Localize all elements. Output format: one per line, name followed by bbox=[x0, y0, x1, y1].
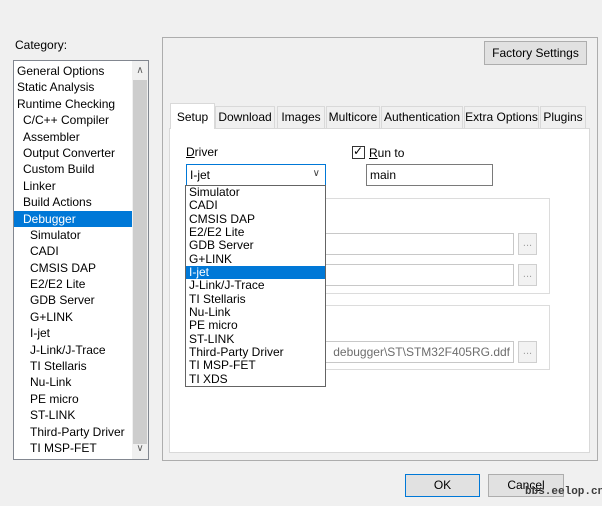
driver-option[interactable]: GDB Server bbox=[186, 239, 325, 253]
category-item[interactable]: ST-LINK bbox=[14, 407, 135, 423]
driver-option[interactable]: PE micro bbox=[186, 319, 325, 333]
run-to-input[interactable]: main bbox=[366, 164, 493, 186]
driver-label: Driver bbox=[186, 145, 218, 159]
category-item[interactable]: C/C++ Compiler bbox=[14, 112, 135, 128]
driver-option[interactable]: I-jet bbox=[186, 265, 325, 280]
category-item[interactable]: GDB Server bbox=[14, 292, 135, 308]
category-item[interactable]: General Options bbox=[14, 63, 135, 79]
category-item[interactable]: Nu-Link bbox=[14, 374, 135, 390]
scroll-down-arrow-icon[interactable]: ∨ bbox=[132, 441, 148, 457]
driver-option[interactable]: Third-Party Driver bbox=[186, 345, 325, 359]
category-item[interactable]: I-jet bbox=[14, 325, 135, 341]
driver-select-value: I-jet bbox=[190, 168, 211, 182]
category-item[interactable]: G+LINK bbox=[14, 309, 135, 325]
tab-download[interactable]: Download bbox=[215, 106, 275, 128]
category-item[interactable]: CADI bbox=[14, 243, 135, 259]
driver-option[interactable]: Simulator bbox=[186, 185, 325, 199]
category-scrollbar[interactable]: ∧ ∨ bbox=[132, 61, 148, 459]
scroll-up-arrow-icon[interactable]: ∧ bbox=[132, 63, 148, 79]
driver-option[interactable]: TI MSP-FET bbox=[186, 359, 325, 373]
browse-button-1: ... bbox=[518, 233, 537, 255]
device-description-file-value: debugger\ST\STM32F405RG.ddf bbox=[333, 345, 510, 359]
driver-option[interactable]: TI XDS bbox=[186, 372, 325, 386]
driver-label-mnemonic: D bbox=[186, 145, 195, 159]
category-item[interactable]: Third-Party Driver bbox=[14, 424, 135, 440]
driver-option[interactable]: J-Link/J-Trace bbox=[186, 279, 325, 293]
tab-multicore[interactable]: Multicore bbox=[326, 106, 380, 128]
category-item[interactable]: Custom Build bbox=[14, 161, 135, 177]
checkmark-icon: ✓ bbox=[353, 144, 364, 158]
driver-option[interactable]: CADI bbox=[186, 198, 325, 212]
driver-option[interactable]: Nu-Link bbox=[186, 305, 325, 319]
category-item[interactable]: Debugger bbox=[14, 210, 135, 227]
category-item[interactable]: Linker bbox=[14, 178, 135, 194]
device-description-file-field: debugger\ST\STM32F405RG.ddf bbox=[318, 341, 514, 363]
run-to-checkbox[interactable]: ✓ bbox=[352, 144, 365, 159]
category-item[interactable]: PE micro bbox=[14, 391, 135, 407]
browse-button-2: ... bbox=[518, 264, 537, 286]
driver-select[interactable]: I-jet ∨ bbox=[186, 164, 326, 186]
tab-authentication[interactable]: Authentication bbox=[381, 106, 463, 128]
category-item[interactable]: TI Stellaris bbox=[14, 358, 135, 374]
run-to-label-mnemonic: R bbox=[369, 146, 378, 160]
category-list[interactable]: General Options Static Analysis Runtime Ch… bbox=[13, 60, 149, 460]
category-item[interactable]: Runtime Checking bbox=[14, 96, 135, 112]
chevron-down-icon: ∨ bbox=[312, 168, 320, 179]
category-label: Category: bbox=[15, 38, 68, 52]
category-item[interactable]: Static Analysis bbox=[14, 79, 135, 95]
ok-button[interactable]: OK bbox=[405, 474, 480, 497]
category-item[interactable]: E2/E2 Lite bbox=[14, 276, 135, 292]
category-item[interactable]: Simulator bbox=[14, 227, 135, 243]
driver-label-rest: river bbox=[194, 145, 219, 159]
category-item[interactable]: CMSIS DAP bbox=[14, 260, 135, 276]
tab-plugins[interactable]: Plugins bbox=[540, 106, 586, 128]
factory-settings-button[interactable]: Factory Settings bbox=[484, 41, 587, 65]
browse-button-3: ... bbox=[518, 341, 537, 363]
macro-file-field-1 bbox=[318, 233, 514, 255]
scroll-thumb[interactable] bbox=[133, 80, 147, 444]
driver-option[interactable]: TI Stellaris bbox=[186, 292, 325, 306]
category-item[interactable]: Assembler bbox=[14, 129, 135, 145]
driver-option[interactable]: G+LINK bbox=[186, 252, 325, 266]
category-item[interactable]: TI MSP-FET bbox=[14, 440, 135, 456]
macro-file-field-2 bbox=[318, 264, 514, 286]
category-item[interactable]: J-Link/J-Trace bbox=[14, 342, 135, 358]
run-to-input-value: main bbox=[370, 168, 397, 182]
run-to-label-rest: un to bbox=[377, 146, 405, 160]
tab-setup[interactable]: Setup bbox=[170, 103, 215, 129]
category-item[interactable]: Output Converter bbox=[14, 145, 135, 161]
watermark: bbs.eelop.cn bbox=[525, 486, 602, 498]
category-item[interactable]: Build Actions bbox=[14, 194, 135, 210]
driver-option[interactable]: ST-LINK bbox=[186, 332, 325, 346]
driver-dropdown-list[interactable]: Simulator CADI CMSIS DAP E2/E2 Lite GDB Serv… bbox=[185, 185, 326, 387]
run-to-label: Run to bbox=[369, 146, 404, 160]
driver-option[interactable]: CMSIS DAP bbox=[186, 212, 325, 226]
category-items: General Options Static Analysis Runtime Ch… bbox=[14, 63, 135, 456]
tab-images[interactable]: Images bbox=[277, 106, 325, 128]
driver-option[interactable]: E2/E2 Lite bbox=[186, 225, 325, 239]
tab-extra-options[interactable]: Extra Options bbox=[464, 106, 539, 128]
